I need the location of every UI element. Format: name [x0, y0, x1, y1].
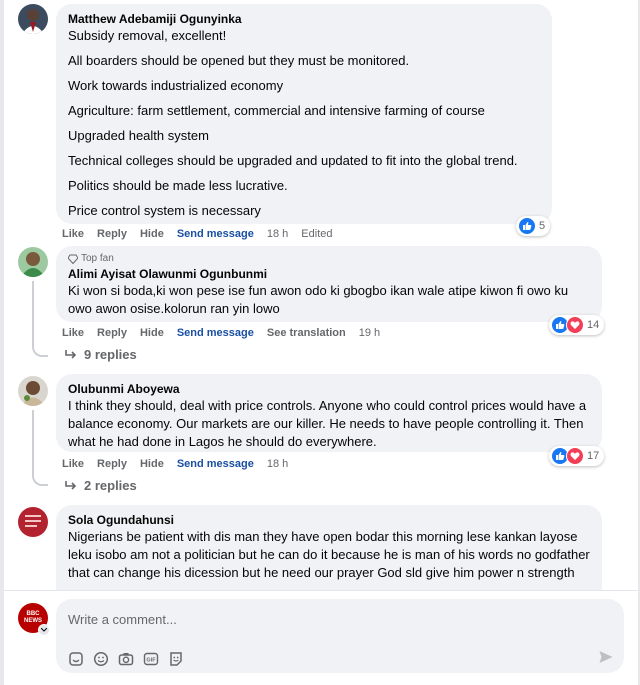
- reaction-count: 14: [587, 319, 600, 331]
- reply-arrow-icon: [65, 349, 77, 359]
- send-message-button[interactable]: Send message: [177, 458, 254, 470]
- comment-author[interactable]: Alimi Ayisat Olawunmi Ogunbunmi: [68, 267, 590, 282]
- avatar[interactable]: [18, 247, 48, 277]
- hide-button[interactable]: Hide: [140, 327, 164, 339]
- thread-connector: [32, 343, 48, 357]
- profile-photo-icon: [18, 4, 48, 34]
- send-message-button[interactable]: Send message: [177, 327, 254, 339]
- comment-input[interactable]: [66, 607, 590, 631]
- profile-photo-icon: [18, 507, 48, 537]
- reply-button[interactable]: Reply: [97, 228, 127, 240]
- comment-text: I think they should, deal with price con…: [68, 398, 587, 449]
- reply-button[interactable]: Reply: [97, 458, 127, 470]
- comment-text: Ki won si boda,ki won pese ise fun awon …: [68, 283, 569, 316]
- timestamp[interactable]: 19 h: [359, 327, 380, 339]
- emoji-icon[interactable]: [93, 651, 109, 667]
- thread-connector: [32, 472, 48, 486]
- gif-icon[interactable]: GIF: [143, 651, 159, 667]
- top-fan-badge: Top fan: [68, 252, 590, 265]
- badge-label: Top fan: [81, 253, 114, 264]
- comment-bubble: Matthew Adebamiji Ogunyinka Subsidy remo…: [56, 4, 552, 224]
- reactions-count[interactable]: 5: [516, 216, 551, 236]
- comment-author[interactable]: Sola Ogundahunsi: [68, 513, 590, 528]
- see-translation-button[interactable]: See translation: [267, 327, 346, 339]
- svg-text:GIF: GIF: [146, 658, 156, 664]
- like-button[interactable]: Like: [62, 327, 84, 339]
- edited-label: Edited: [301, 228, 333, 240]
- replies-count: 9 replies: [84, 347, 137, 362]
- thread-line: [32, 410, 34, 474]
- send-message-button[interactable]: Send message: [177, 228, 254, 240]
- reactions-count[interactable]: 14: [549, 315, 605, 335]
- comment-paragraph: Politics should be made less lucrative.: [68, 178, 288, 193]
- reply-arrow-icon: [65, 480, 77, 490]
- hide-button[interactable]: Hide: [140, 458, 164, 470]
- comment-author[interactable]: Olubunmi Aboyewa: [68, 382, 590, 397]
- comment-input-box: GIF: [56, 599, 624, 673]
- avatar[interactable]: [18, 507, 48, 537]
- comment-actions: Like Reply Hide Send message 18 h Edited: [62, 228, 333, 240]
- reaction-count: 17: [587, 450, 600, 462]
- avatar[interactable]: [18, 376, 48, 406]
- switch-profile-icon[interactable]: [38, 624, 50, 636]
- replies-count: 2 replies: [84, 478, 137, 493]
- comment-bubble: Olubunmi Aboyewa I think they should, de…: [56, 374, 602, 452]
- comment-paragraph: Work towards industrialized economy: [68, 78, 284, 93]
- like-reaction-icon: [518, 217, 536, 235]
- like-button[interactable]: Like: [62, 228, 84, 240]
- avatar-logo-text: BBC NEWS: [24, 611, 42, 624]
- comment-paragraph: All boarders should be opened but they m…: [68, 53, 410, 68]
- reply-button[interactable]: Reply: [97, 327, 127, 339]
- avatar[interactable]: [18, 4, 48, 34]
- comment-paragraph: Subsidy removal, excellent!: [68, 28, 227, 43]
- timestamp[interactable]: 18 h: [267, 228, 288, 240]
- profile-photo-icon: [18, 247, 48, 277]
- profile-photo-icon: [18, 376, 48, 406]
- timestamp[interactable]: 18 h: [267, 458, 288, 470]
- diamond-icon: [68, 254, 78, 264]
- reaction-count: 5: [539, 220, 546, 232]
- comment-composer: BBC NEWS GIF: [4, 590, 638, 685]
- comment-paragraph: Agriculture: farm settlement, commercial…: [68, 103, 485, 118]
- like-button[interactable]: Like: [62, 458, 84, 470]
- reactions-count[interactable]: 17: [549, 446, 605, 466]
- love-reaction-icon: [566, 316, 584, 334]
- camera-icon[interactable]: [118, 651, 134, 667]
- comment-author[interactable]: Matthew Adebamiji Ogunyinka: [68, 12, 540, 27]
- comment-actions: Like Reply Hide Send message 18 h: [62, 458, 288, 470]
- comment-bubble: Top fan Alimi Ayisat Olawunmi Ogunbunmi …: [56, 246, 602, 322]
- send-icon[interactable]: [598, 649, 614, 665]
- comment-text: Nigerians be patient with dis man they h…: [68, 529, 590, 580]
- love-reaction-icon: [566, 447, 584, 465]
- thread-line: [32, 281, 34, 345]
- hide-button[interactable]: Hide: [140, 228, 164, 240]
- comment-paragraph: Technical colleges should be upgraded an…: [68, 153, 518, 168]
- sticker-icon[interactable]: [68, 651, 84, 667]
- view-replies-link[interactable]: 2 replies: [64, 478, 137, 493]
- comments-panel: Matthew Adebamiji Ogunyinka Subsidy remo…: [4, 0, 638, 685]
- comment-paragraph: Upgraded health system: [68, 128, 209, 143]
- comment-paragraph: Price control system is necessary: [68, 203, 261, 218]
- comment-actions: Like Reply Hide Send message See transla…: [62, 327, 380, 339]
- view-replies-link[interactable]: 9 replies: [64, 347, 137, 362]
- avatar-sticker-icon[interactable]: [168, 651, 184, 667]
